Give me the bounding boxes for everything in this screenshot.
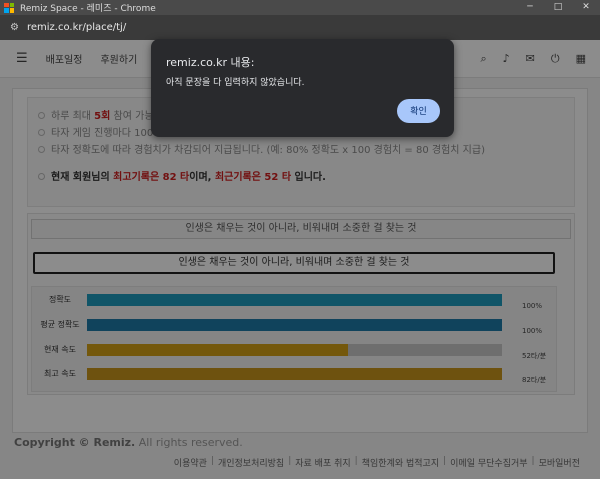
dialog-title: remiz.co.kr 내용:	[166, 56, 255, 69]
alert-dialog: remiz.co.kr 내용: 아직 문장을 다 입력하지 않았습니다. 확인	[151, 39, 454, 137]
window-title: Remiz Space - 레미즈 - Chrome	[20, 4, 156, 14]
address-bar[interactable]: ⚙ remiz.co.kr/place/tj/	[0, 15, 600, 40]
ok-button[interactable]: 확인	[397, 99, 440, 123]
url-text[interactable]: remiz.co.kr/place/tj/	[27, 22, 126, 33]
maximize-button[interactable]: □	[544, 0, 572, 15]
site-settings-icon[interactable]: ⚙	[10, 22, 19, 33]
dialog-message: 아직 문장을 다 입력하지 않았습니다.	[166, 78, 305, 88]
close-button[interactable]: ✕	[572, 0, 600, 15]
window-title-bar: Remiz Space - 레미즈 - Chrome ─ □ ✕	[0, 0, 600, 15]
windows-logo-icon	[4, 2, 14, 13]
minimize-button[interactable]: ─	[516, 0, 544, 15]
